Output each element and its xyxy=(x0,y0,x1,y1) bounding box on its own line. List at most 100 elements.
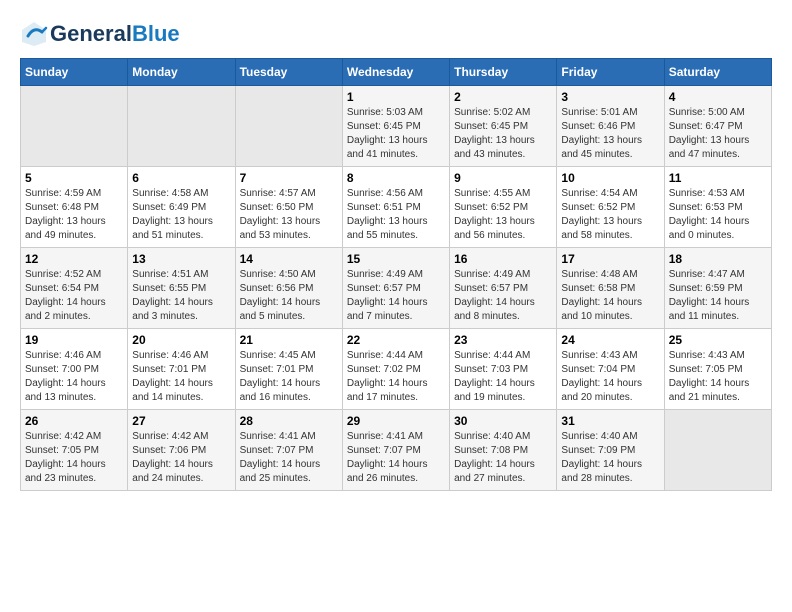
day-info: Sunrise: 4:56 AM Sunset: 6:51 PM Dayligh… xyxy=(347,187,445,243)
day-number: 24 xyxy=(561,333,659,347)
calendar-cell: 31 Sunrise: 4:40 AM Sunset: 7:09 PM Dayli… xyxy=(557,410,664,491)
calendar-cell: 9 Sunrise: 4:55 AM Sunset: 6:52 PM Daylig… xyxy=(450,167,557,248)
day-info: Sunrise: 4:40 AM Sunset: 7:09 PM Dayligh… xyxy=(561,430,659,486)
day-number: 16 xyxy=(454,252,552,266)
day-info: Sunrise: 4:40 AM Sunset: 7:08 PM Dayligh… xyxy=(454,430,552,486)
calendar-cell: 30 Sunrise: 4:40 AM Sunset: 7:08 PM Dayli… xyxy=(450,410,557,491)
day-info: Sunrise: 5:03 AM Sunset: 6:45 PM Dayligh… xyxy=(347,106,445,162)
day-info: Sunrise: 4:54 AM Sunset: 6:52 PM Dayligh… xyxy=(561,187,659,243)
day-number: 31 xyxy=(561,414,659,428)
column-header-tuesday: Tuesday xyxy=(235,59,342,86)
calendar-cell: 6 Sunrise: 4:58 AM Sunset: 6:49 PM Daylig… xyxy=(128,167,235,248)
day-number: 19 xyxy=(25,333,123,347)
calendar-cell: 16 Sunrise: 4:49 AM Sunset: 6:57 PM Dayli… xyxy=(450,248,557,329)
calendar-cell: 13 Sunrise: 4:51 AM Sunset: 6:55 PM Dayli… xyxy=(128,248,235,329)
day-info: Sunrise: 4:51 AM Sunset: 6:55 PM Dayligh… xyxy=(132,268,230,324)
calendar-cell: 11Sunrise: 4:53 AM Sunset: 6:53 PM Dayli… xyxy=(664,167,771,248)
day-number: 27 xyxy=(132,414,230,428)
calendar-cell: 19 Sunrise: 4:46 AM Sunset: 7:00 PM Dayli… xyxy=(21,329,128,410)
day-number: 23 xyxy=(454,333,552,347)
calendar-cell: 18 Sunrise: 4:47 AM Sunset: 6:59 PM Dayli… xyxy=(664,248,771,329)
calendar-cell: 22 Sunrise: 4:44 AM Sunset: 7:02 PM Dayli… xyxy=(342,329,449,410)
day-info: Sunrise: 4:55 AM Sunset: 6:52 PM Dayligh… xyxy=(454,187,552,243)
day-number: 4 xyxy=(669,90,767,104)
day-info: Sunrise: 4:44 AM Sunset: 7:02 PM Dayligh… xyxy=(347,349,445,405)
day-info: Sunrise: 4:41 AM Sunset: 7:07 PM Dayligh… xyxy=(240,430,338,486)
column-header-saturday: Saturday xyxy=(664,59,771,86)
logo-text: GeneralBlue xyxy=(50,22,180,46)
calendar-cell: 1 Sunrise: 5:03 AM Sunset: 6:45 PM Daylig… xyxy=(342,86,449,167)
calendar-cell: 8 Sunrise: 4:56 AM Sunset: 6:51 PM Daylig… xyxy=(342,167,449,248)
day-info: Sunrise: 4:48 AM Sunset: 6:58 PM Dayligh… xyxy=(561,268,659,324)
day-info: Sunrise: 4:59 AM Sunset: 6:48 PM Dayligh… xyxy=(25,187,123,243)
day-info: Sunrise: 5:00 AM Sunset: 6:47 PM Dayligh… xyxy=(669,106,767,162)
column-header-wednesday: Wednesday xyxy=(342,59,449,86)
day-number: 28 xyxy=(240,414,338,428)
calendar-cell: 29Sunrise: 4:41 AM Sunset: 7:07 PM Dayli… xyxy=(342,410,449,491)
column-header-sunday: Sunday xyxy=(21,59,128,86)
calendar-cell: 23 Sunrise: 4:44 AM Sunset: 7:03 PM Dayli… xyxy=(450,329,557,410)
day-number: 13 xyxy=(132,252,230,266)
day-info: Sunrise: 4:52 AM Sunset: 6:54 PM Dayligh… xyxy=(25,268,123,324)
day-number: 20 xyxy=(132,333,230,347)
day-info: Sunrise: 4:46 AM Sunset: 7:00 PM Dayligh… xyxy=(25,349,123,405)
day-number: 3 xyxy=(561,90,659,104)
day-info: Sunrise: 4:57 AM Sunset: 6:50 PM Dayligh… xyxy=(240,187,338,243)
calendar-cell: 4 Sunrise: 5:00 AM Sunset: 6:47 PM Daylig… xyxy=(664,86,771,167)
calendar-cell: 15Sunrise: 4:49 AM Sunset: 6:57 PM Dayli… xyxy=(342,248,449,329)
calendar-body: 1 Sunrise: 5:03 AM Sunset: 6:45 PM Daylig… xyxy=(21,86,772,491)
week-row-1: 1 Sunrise: 5:03 AM Sunset: 6:45 PM Daylig… xyxy=(21,86,772,167)
calendar-cell xyxy=(21,86,128,167)
day-info: Sunrise: 4:42 AM Sunset: 7:06 PM Dayligh… xyxy=(132,430,230,486)
calendar-cell: 3 Sunrise: 5:01 AM Sunset: 6:46 PM Daylig… xyxy=(557,86,664,167)
calendar-cell xyxy=(128,86,235,167)
day-number: 30 xyxy=(454,414,552,428)
day-info: Sunrise: 4:49 AM Sunset: 6:57 PM Dayligh… xyxy=(454,268,552,324)
calendar-cell: 27 Sunrise: 4:42 AM Sunset: 7:06 PM Dayli… xyxy=(128,410,235,491)
day-number: 10 xyxy=(561,171,659,185)
day-info: Sunrise: 4:58 AM Sunset: 6:49 PM Dayligh… xyxy=(132,187,230,243)
calendar-cell xyxy=(235,86,342,167)
day-number: 1 xyxy=(347,90,445,104)
day-number: 22 xyxy=(347,333,445,347)
day-info: Sunrise: 4:47 AM Sunset: 6:59 PM Dayligh… xyxy=(669,268,767,324)
calendar-table: SundayMondayTuesdayWednesdayThursdayFrid… xyxy=(20,58,772,491)
calendar-cell: 20 Sunrise: 4:46 AM Sunset: 7:01 PM Dayli… xyxy=(128,329,235,410)
calendar-cell: 26Sunrise: 4:42 AM Sunset: 7:05 PM Dayli… xyxy=(21,410,128,491)
day-number: 17 xyxy=(561,252,659,266)
day-number: 5 xyxy=(25,171,123,185)
day-info: Sunrise: 5:01 AM Sunset: 6:46 PM Dayligh… xyxy=(561,106,659,162)
week-row-4: 19 Sunrise: 4:46 AM Sunset: 7:00 PM Dayli… xyxy=(21,329,772,410)
day-number: 11 xyxy=(669,171,767,185)
day-number: 18 xyxy=(669,252,767,266)
day-number: 26 xyxy=(25,414,123,428)
day-info: Sunrise: 4:49 AM Sunset: 6:57 PM Dayligh… xyxy=(347,268,445,324)
calendar-cell: 14Sunrise: 4:50 AM Sunset: 6:56 PM Dayli… xyxy=(235,248,342,329)
calendar-cell: 24 Sunrise: 4:43 AM Sunset: 7:04 PM Dayli… xyxy=(557,329,664,410)
logo-icon xyxy=(20,20,48,48)
calendar-cell: 12 Sunrise: 4:52 AM Sunset: 6:54 PM Dayli… xyxy=(21,248,128,329)
week-row-5: 26Sunrise: 4:42 AM Sunset: 7:05 PM Dayli… xyxy=(21,410,772,491)
day-number: 12 xyxy=(25,252,123,266)
calendar-cell: 25 Sunrise: 4:43 AM Sunset: 7:05 PM Dayli… xyxy=(664,329,771,410)
calendar-cell: 5 Sunrise: 4:59 AM Sunset: 6:48 PM Daylig… xyxy=(21,167,128,248)
calendar-cell: 7 Sunrise: 4:57 AM Sunset: 6:50 PM Daylig… xyxy=(235,167,342,248)
day-info: Sunrise: 4:44 AM Sunset: 7:03 PM Dayligh… xyxy=(454,349,552,405)
calendar-cell: 21Sunrise: 4:45 AM Sunset: 7:01 PM Dayli… xyxy=(235,329,342,410)
day-info: Sunrise: 4:43 AM Sunset: 7:04 PM Dayligh… xyxy=(561,349,659,405)
day-info: Sunrise: 4:50 AM Sunset: 6:56 PM Dayligh… xyxy=(240,268,338,324)
day-number: 8 xyxy=(347,171,445,185)
day-number: 25 xyxy=(669,333,767,347)
day-number: 21 xyxy=(240,333,338,347)
logo: GeneralBlue xyxy=(20,20,180,48)
day-number: 6 xyxy=(132,171,230,185)
day-info: Sunrise: 4:46 AM Sunset: 7:01 PM Dayligh… xyxy=(132,349,230,405)
day-number: 9 xyxy=(454,171,552,185)
calendar-cell: 17 Sunrise: 4:48 AM Sunset: 6:58 PM Dayli… xyxy=(557,248,664,329)
calendar-cell: 28 Sunrise: 4:41 AM Sunset: 7:07 PM Dayli… xyxy=(235,410,342,491)
day-info: Sunrise: 4:41 AM Sunset: 7:07 PM Dayligh… xyxy=(347,430,445,486)
day-info: Sunrise: 4:43 AM Sunset: 7:05 PM Dayligh… xyxy=(669,349,767,405)
calendar-cell: 10 Sunrise: 4:54 AM Sunset: 6:52 PM Dayli… xyxy=(557,167,664,248)
column-header-friday: Friday xyxy=(557,59,664,86)
day-number: 7 xyxy=(240,171,338,185)
